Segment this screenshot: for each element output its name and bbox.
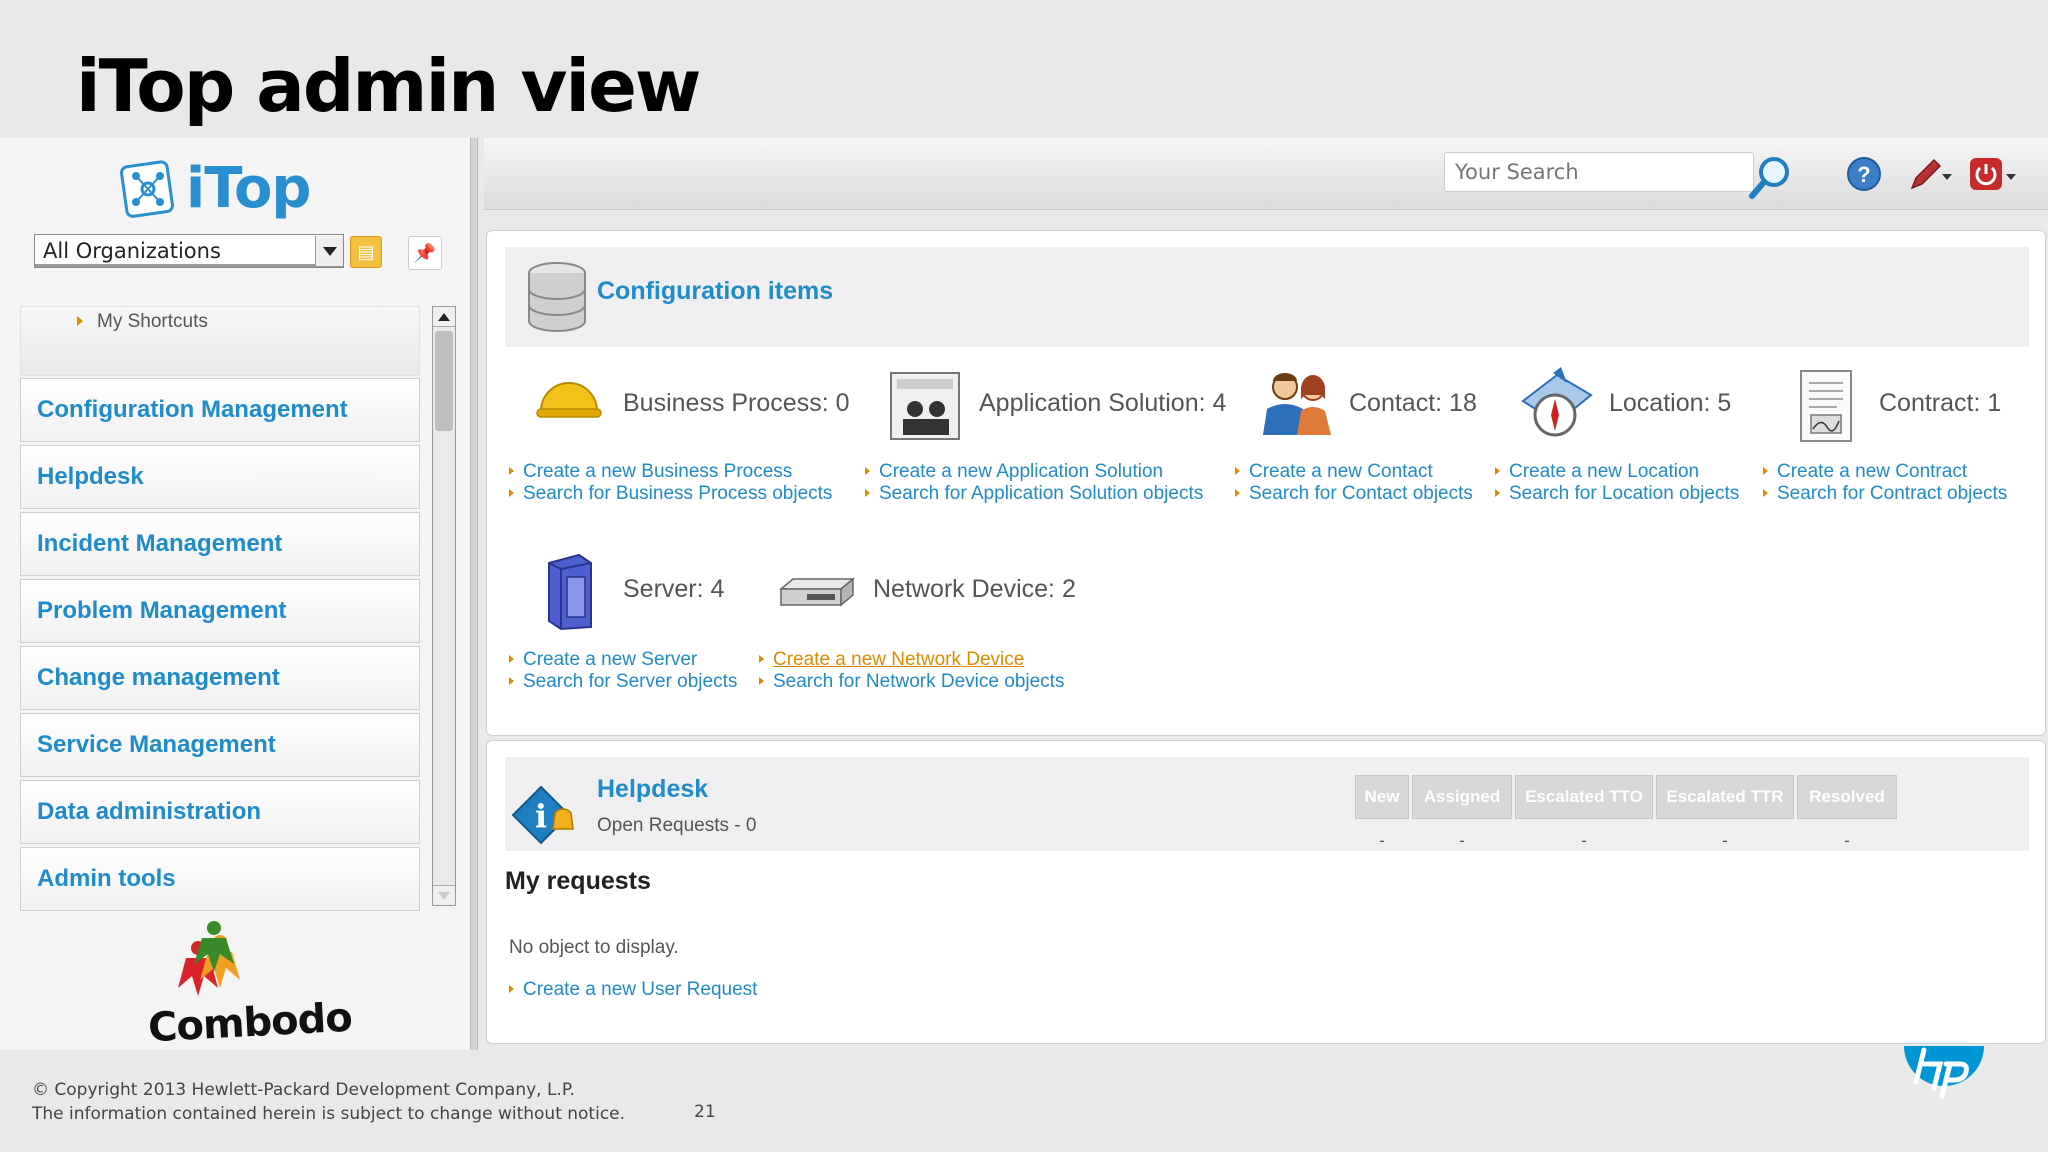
- svg-text:i: i: [535, 797, 547, 835]
- helpdesk-header: i Helpdesk Open Requests - 0 New Assigne…: [505, 757, 2029, 851]
- value-assigned: -: [1459, 831, 1465, 850]
- column-escalated-tto[interactable]: Escalated TTO: [1515, 775, 1653, 819]
- left-pane: iTop All Organizations ▤ 📌 My Shortcuts …: [0, 138, 478, 1051]
- info-bell-icon: i: [511, 785, 574, 845]
- column-escalated-ttr[interactable]: Escalated TTR: [1656, 775, 1794, 819]
- search-server-link[interactable]: Search for Server objects: [509, 671, 737, 693]
- helpdesk-status-header: New Assigned Escalated TTO Escalated TTR…: [1355, 775, 1897, 819]
- menu-scrollbar[interactable]: [432, 306, 456, 906]
- contract-icon: [1800, 370, 1852, 442]
- combodo-logo-text: Combodo: [146, 994, 353, 1052]
- slide-footer: © Copyright 2013 Hewlett-Packard Develop…: [32, 1078, 625, 1126]
- search-location-link[interactable]: Search for Location objects: [1495, 483, 1739, 505]
- create-contact-link[interactable]: Create a new Contact: [1235, 461, 1433, 483]
- tree-icon: ▤: [357, 241, 375, 262]
- column-resolved[interactable]: Resolved: [1797, 775, 1897, 819]
- column-new[interactable]: New: [1355, 775, 1409, 819]
- itop-logo-icon: [120, 159, 174, 218]
- location-icon: [1521, 367, 1593, 437]
- server-icon: [548, 553, 592, 631]
- chevron-down-icon[interactable]: [315, 236, 343, 266]
- location-count: Location: 5: [1609, 389, 1732, 417]
- notice-text: The information contained herein is subj…: [32, 1104, 626, 1124]
- contact-count: Contact: 18: [1349, 389, 1477, 417]
- value-resolved: -: [1844, 831, 1850, 850]
- configuration-items-header: Configuration items: [505, 247, 2029, 347]
- search-icon[interactable]: [1746, 152, 1794, 200]
- my-shortcuts-label: My Shortcuts: [97, 311, 208, 332]
- create-network-device-link[interactable]: Create a new Network Device: [759, 649, 1024, 671]
- pane-splitter[interactable]: [470, 138, 478, 1050]
- search-network-device-link[interactable]: Search for Network Device objects: [759, 671, 1064, 693]
- bullet-icon: [77, 316, 83, 326]
- helpdesk-title: Helpdesk: [597, 775, 709, 803]
- menu-item-change-management[interactable]: Change management: [20, 646, 420, 710]
- organization-select-value: All Organizations: [43, 239, 221, 263]
- application-solution-icon: [890, 372, 960, 440]
- hp-logo-icon: [1904, 1046, 1984, 1099]
- create-server-link[interactable]: Create a new Server: [509, 649, 697, 671]
- my-shortcuts[interactable]: My Shortcuts: [20, 306, 420, 376]
- main-menu: Configuration Management Helpdesk Incide…: [20, 378, 420, 914]
- column-assigned[interactable]: Assigned: [1412, 775, 1512, 819]
- combodo-figures-icon: [178, 921, 240, 996]
- combodo-logo: Combodo: [147, 918, 353, 1051]
- scroll-thumb[interactable]: [435, 331, 453, 431]
- menu-item-service-management[interactable]: Service Management: [20, 713, 420, 777]
- menu-item-helpdesk[interactable]: Helpdesk: [20, 445, 420, 509]
- scroll-up-icon[interactable]: [433, 307, 455, 327]
- itop-logo-text: iTop: [186, 156, 312, 221]
- help-icon[interactable]: ?: [1846, 156, 1882, 192]
- pen-icon[interactable]: [1908, 156, 1952, 192]
- scroll-down-icon[interactable]: [433, 885, 455, 905]
- search-application-solution-link[interactable]: Search for Application Solution objects: [865, 483, 1203, 505]
- create-business-process-link[interactable]: Create a new Business Process: [509, 461, 792, 483]
- create-contract-link[interactable]: Create a new Contract: [1763, 461, 1967, 483]
- create-application-solution-link[interactable]: Create a new Application Solution: [865, 461, 1163, 483]
- server-count: Server: 4: [623, 575, 725, 603]
- svg-text:?: ?: [1857, 162, 1870, 187]
- create-user-request-link[interactable]: Create a new User Request: [509, 979, 757, 1001]
- power-icon[interactable]: [1968, 156, 2018, 192]
- my-requests-heading: My requests: [505, 867, 651, 895]
- search-business-process-link[interactable]: Search for Business Process objects: [509, 483, 832, 505]
- top-bar: ?: [484, 138, 2048, 210]
- configuration-items-panel: Configuration items Business Process: 0 …: [486, 230, 2046, 736]
- value-escalated-ttr: -: [1722, 831, 1728, 850]
- organization-tree-button[interactable]: ▤: [350, 236, 382, 268]
- contract-count: Contract: 1: [1879, 389, 2002, 417]
- menu-item-data-administration[interactable]: Data administration: [20, 780, 420, 844]
- search-contract-link[interactable]: Search for Contract objects: [1763, 483, 2007, 505]
- search-input[interactable]: [1444, 152, 1754, 192]
- contact-icon: [1263, 373, 1331, 435]
- no-object-message: No object to display.: [509, 937, 679, 958]
- create-location-link[interactable]: Create a new Location: [1495, 461, 1699, 483]
- search-contact-link[interactable]: Search for Contact objects: [1235, 483, 1473, 505]
- database-icon: [528, 262, 586, 332]
- menu-item-incident-management[interactable]: Incident Management: [20, 512, 420, 576]
- application-solution-count: Application Solution: 4: [979, 389, 1227, 417]
- menu-item-admin-tools[interactable]: Admin tools: [20, 847, 420, 911]
- network-device-count: Network Device: 2: [873, 575, 1076, 603]
- helpdesk-panel: i Helpdesk Open Requests - 0 New Assigne…: [486, 740, 2046, 1044]
- open-requests-label: Open Requests - 0: [597, 815, 757, 836]
- pin-button[interactable]: 📌: [408, 236, 442, 270]
- organization-select[interactable]: All Organizations: [34, 234, 344, 268]
- helmet-icon: [536, 382, 602, 418]
- helpdesk-status-values: - - - - -: [1355, 831, 1897, 851]
- network-device-icon: [779, 577, 855, 607]
- value-escalated-tto: -: [1581, 831, 1587, 850]
- menu-item-configuration-management[interactable]: Configuration Management: [20, 378, 420, 442]
- business-process-count: Business Process: 0: [623, 389, 850, 417]
- slide-title: iTop admin view: [76, 44, 701, 128]
- copyright-text: © Copyright 2013 Hewlett-Packard Develop…: [32, 1080, 575, 1100]
- menu-item-problem-management[interactable]: Problem Management: [20, 579, 420, 643]
- itop-logo[interactable]: iTop: [120, 156, 312, 221]
- page-number: 21: [694, 1102, 716, 1122]
- pin-icon: 📌: [413, 242, 437, 263]
- value-new: -: [1379, 831, 1385, 850]
- configuration-items-title: Configuration items: [597, 277, 834, 305]
